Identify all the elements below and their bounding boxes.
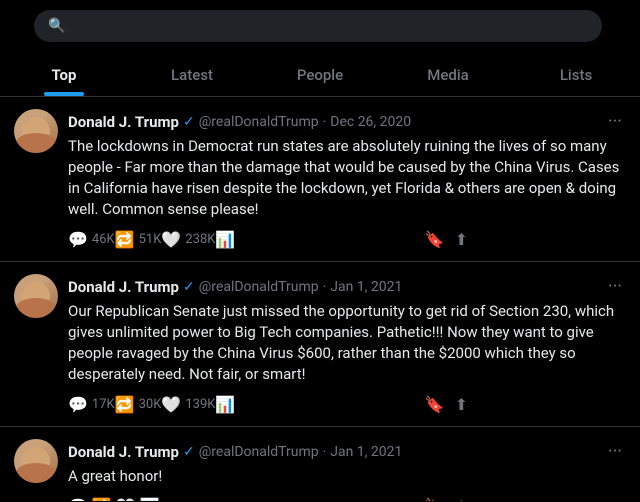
tweet-more-button[interactable]: ··· — [604, 439, 626, 464]
tweet-right-actions: 🔖 ⬆ — [425, 230, 468, 249]
tweet-item[interactable]: Donald J. Trump ✓ @realDonaldTrump · Dec… — [0, 97, 640, 262]
tweet-actions: 💬 46K 🔁 51K 🤍 238K 📊 🔖 ⬆ — [68, 230, 468, 249]
dot-separator: · — [323, 279, 327, 295]
tweet-item[interactable]: Donald J. Trump ✓ @realDonaldTrump · Jan… — [0, 262, 640, 427]
dot-separator: · — [323, 114, 327, 130]
dot-separator: · — [323, 444, 327, 460]
retweet-count: 51K — [139, 232, 162, 247]
header: 🔍 — [0, 0, 640, 52]
views-button[interactable]: 📊 — [215, 395, 235, 414]
avatar — [14, 109, 58, 153]
author-name: Donald J. Trump — [68, 113, 179, 131]
heart-icon: 🤍 — [116, 497, 136, 501]
tweet-content: Donald J. Trump ✓ @realDonaldTrump · Jan… — [68, 439, 626, 501]
reply-icon: 💬 — [68, 230, 88, 249]
tweet-date: Jan 1, 2021 — [330, 444, 402, 460]
tweet-text: A great honor! — [68, 466, 626, 487]
share-button[interactable]: ⬆ — [455, 395, 468, 414]
retweet-icon: 🔁 — [92, 497, 112, 501]
tab-top[interactable]: Top — [0, 52, 128, 96]
tweet-header-left: Donald J. Trump ✓ @realDonaldTrump · Jan… — [68, 443, 402, 461]
avatar — [14, 439, 58, 483]
reply-icon: 💬 — [68, 395, 88, 414]
retweet-button[interactable]: 🔁 30K — [115, 395, 162, 414]
tab-latest[interactable]: Latest — [128, 52, 256, 96]
heart-icon: 🤍 — [161, 230, 181, 249]
tweet-list: Donald J. Trump ✓ @realDonaldTrump · Dec… — [0, 97, 640, 501]
search-bar[interactable]: 🔍 — [34, 10, 602, 42]
tweet-more-button[interactable]: ··· — [604, 109, 626, 134]
tweet-item[interactable]: Donald J. Trump ✓ @realDonaldTrump · Jan… — [0, 427, 640, 501]
share-button[interactable]: ⬆ — [455, 497, 468, 501]
reply-button[interactable]: 💬 17K — [68, 395, 115, 414]
tweet-right-actions: 🔖 ⬆ — [425, 497, 468, 501]
tweet-content: Donald J. Trump ✓ @realDonaldTrump · Jan… — [68, 274, 626, 414]
like-count: 238K — [185, 232, 215, 247]
tweet-date: Jan 1, 2021 — [330, 279, 402, 295]
tweet-text: The lockdowns in Democrat run states are… — [68, 136, 626, 220]
verified-badge: ✓ — [183, 444, 195, 460]
avatar — [14, 274, 58, 318]
author-handle: @realDonaldTrump — [199, 279, 319, 295]
reply-button[interactable]: 💬 — [68, 497, 92, 501]
like-button[interactable]: 🤍 238K — [161, 230, 215, 249]
author-name: Donald J. Trump — [68, 278, 179, 296]
verified-badge: ✓ — [183, 114, 195, 130]
tab-media[interactable]: Media — [384, 52, 512, 96]
search-icon: 🔍 — [48, 18, 65, 34]
views-button[interactable]: 📊 — [215, 230, 235, 249]
tweet-right-actions: 🔖 ⬆ — [425, 395, 468, 414]
author-name: Donald J. Trump — [68, 443, 179, 461]
tweet-header: Donald J. Trump ✓ @realDonaldTrump · Jan… — [68, 274, 626, 299]
tweet-actions: 💬 17K 🔁 30K 🤍 139K 📊 🔖 ⬆ — [68, 395, 468, 414]
reply-count: 17K — [92, 397, 115, 412]
tweet-header-left: Donald J. Trump ✓ @realDonaldTrump · Jan… — [68, 278, 402, 296]
reply-icon: 💬 — [68, 497, 88, 501]
like-count: 139K — [185, 397, 215, 412]
tab-people[interactable]: People — [256, 52, 384, 96]
reply-count: 46K — [92, 232, 115, 247]
tweet-more-button[interactable]: ··· — [604, 274, 626, 299]
tweet-actions: 💬 🔁 🤍 📊 🔖 ⬆ — [68, 497, 468, 501]
chart-icon: 📊 — [215, 230, 235, 249]
chart-icon: 📊 — [215, 395, 235, 414]
more-options-button[interactable] — [614, 22, 626, 30]
bookmark-button[interactable]: 🔖 — [425, 497, 445, 501]
author-handle: @realDonaldTrump — [199, 114, 319, 130]
reply-button[interactable]: 💬 46K — [68, 230, 115, 249]
chart-icon: 📊 — [140, 497, 160, 501]
share-button[interactable]: ⬆ — [455, 230, 468, 249]
heart-icon: 🤍 — [161, 395, 181, 414]
tabs-bar: Top Latest People Media Lists — [0, 52, 640, 97]
retweet-button[interactable]: 🔁 51K — [115, 230, 162, 249]
bookmark-button[interactable]: 🔖 — [425, 230, 445, 249]
tweet-header-left: Donald J. Trump ✓ @realDonaldTrump · Dec… — [68, 113, 411, 131]
tab-lists[interactable]: Lists — [512, 52, 640, 96]
retweet-button[interactable]: 🔁 — [92, 497, 116, 501]
like-button[interactable]: 🤍 — [116, 497, 140, 501]
tweet-text: Our Republican Senate just missed the op… — [68, 301, 626, 385]
like-button[interactable]: 🤍 139K — [161, 395, 215, 414]
author-handle: @realDonaldTrump — [199, 444, 319, 460]
retweet-count: 30K — [139, 397, 162, 412]
retweet-icon: 🔁 — [115, 230, 135, 249]
verified-badge: ✓ — [183, 279, 195, 295]
bookmark-button[interactable]: 🔖 — [425, 395, 445, 414]
tweet-content: Donald J. Trump ✓ @realDonaldTrump · Dec… — [68, 109, 626, 249]
tweet-header: Donald J. Trump ✓ @realDonaldTrump · Jan… — [68, 439, 626, 464]
tweet-header: Donald J. Trump ✓ @realDonaldTrump · Dec… — [68, 109, 626, 134]
retweet-icon: 🔁 — [115, 395, 135, 414]
back-button[interactable] — [14, 22, 22, 30]
views-button[interactable]: 📊 — [140, 497, 160, 501]
tweet-date: Dec 26, 2020 — [330, 114, 411, 130]
